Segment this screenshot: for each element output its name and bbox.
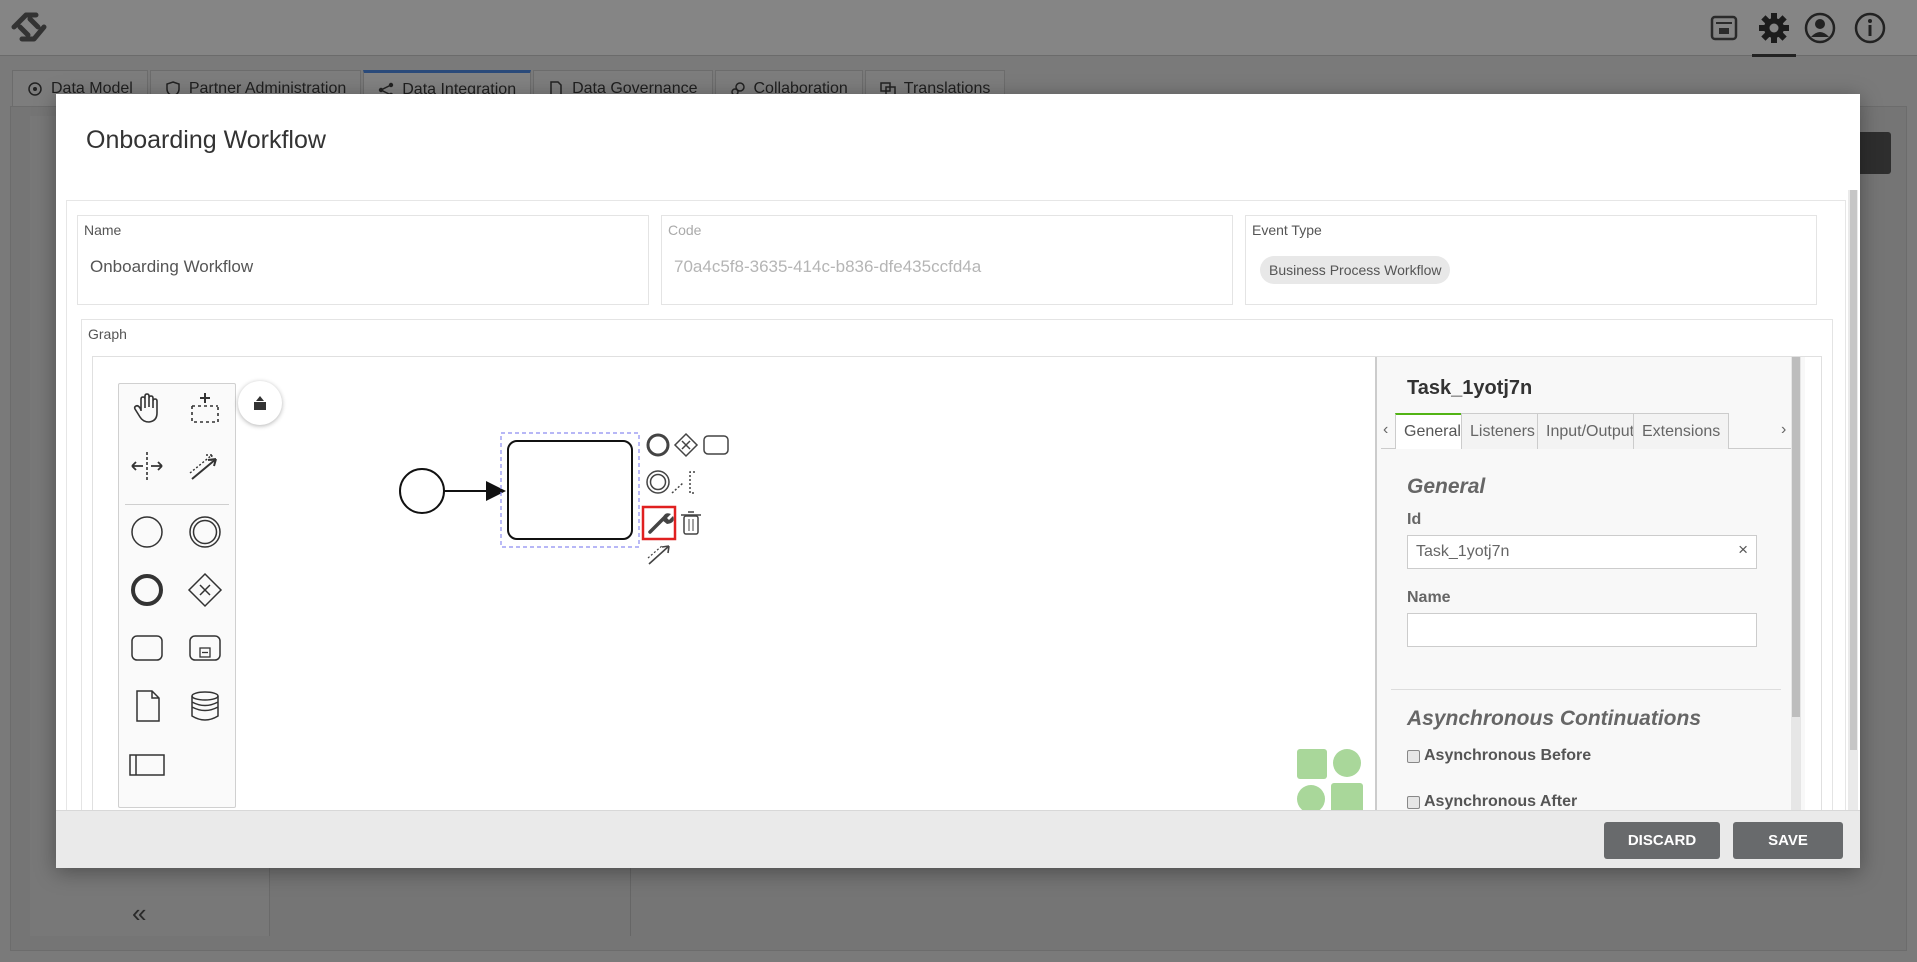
gear-icon[interactable]	[1754, 8, 1794, 48]
name-label: Name	[84, 222, 122, 238]
tab-listeners[interactable]: Listeners	[1461, 413, 1544, 449]
code-field: Code 70a4c5f8-3635-414c-b836-dfe435ccfd4…	[661, 215, 1233, 305]
tabs-prev-icon[interactable]: ‹	[1383, 421, 1388, 439]
code-label: Code	[668, 222, 702, 238]
async-group-title: Asynchronous Continuations	[1407, 707, 1701, 730]
dialog-content: Name Onboarding Workflow Code 70a4c5f8-3…	[66, 200, 1846, 810]
properties-panel: Task_1yotj7n ‹ General Listeners Input/O…	[1375, 357, 1805, 810]
event-type-chip[interactable]: Business Process Workflow	[1260, 256, 1451, 284]
dialog-scrollbar-thumb[interactable]	[1850, 190, 1857, 750]
connect-icon[interactable]	[647, 544, 670, 565]
append-intermediate-event-icon[interactable]	[646, 470, 670, 494]
dialog-footer: DISCARD SAVE	[56, 810, 1860, 868]
name-value[interactable]: Onboarding Workflow	[90, 257, 253, 277]
async-before-row[interactable]: Asynchronous Before	[1407, 747, 1591, 765]
async-before-label: Asynchronous Before	[1424, 747, 1592, 764]
name-field[interactable]: Name Onboarding Workflow	[77, 215, 649, 305]
append-task-icon[interactable]	[703, 435, 729, 455]
graph-field: Graph Task_1yotj7n ‹ General Listeners I…	[81, 319, 1833, 810]
append-gateway-icon[interactable]	[673, 432, 699, 458]
append-end-event-icon[interactable]	[646, 433, 670, 457]
id-input[interactable]: Task_1yotj7n ×	[1407, 535, 1757, 569]
dialog-title: Onboarding Workflow	[86, 126, 326, 154]
active-indicator	[1752, 54, 1796, 57]
add-button[interactable]	[1855, 132, 1891, 174]
app-header	[0, 0, 1917, 57]
id-label: Id	[1407, 511, 1422, 528]
name-textarea[interactable]	[1407, 613, 1757, 647]
info-icon[interactable]	[1850, 8, 1890, 48]
graph-label: Graph	[88, 326, 127, 342]
event-type-label: Event Type	[1252, 222, 1322, 238]
properties-tabs: ‹ General Listeners Input/Output Extensi…	[1381, 413, 1791, 449]
code-value: 70a4c5f8-3635-414c-b836-dfe435ccfd4a	[674, 257, 982, 276]
tabs-next-icon[interactable]: ›	[1781, 421, 1786, 439]
bpmn-io-logo[interactable]	[1297, 749, 1363, 810]
change-type-icon[interactable]	[648, 516, 666, 534]
bpmn-diagram	[399, 432, 729, 565]
clear-id-icon[interactable]: ×	[1738, 540, 1748, 560]
inbox-icon[interactable]	[1704, 8, 1744, 48]
async-after-checkbox[interactable]	[1407, 795, 1420, 809]
async-before-checkbox[interactable]	[1407, 749, 1420, 763]
properties-scrollbar-thumb[interactable]	[1792, 357, 1800, 717]
name-label: Name	[1407, 589, 1451, 606]
tab-input-output[interactable]: Input/Output	[1537, 413, 1644, 449]
tab-general[interactable]: General	[1395, 413, 1470, 449]
id-input-value: Task_1yotj7n	[1416, 543, 1510, 560]
group-divider	[1391, 689, 1781, 690]
save-button[interactable]: SAVE	[1733, 822, 1843, 859]
task-shape[interactable]	[507, 440, 633, 540]
data-model-icon	[28, 81, 42, 96]
async-after-label: Asynchronous After	[1424, 793, 1578, 810]
user-icon[interactable]	[1800, 8, 1840, 48]
element-id-title: Task_1yotj7n	[1407, 377, 1533, 399]
trash-icon[interactable]	[681, 511, 701, 535]
bpmn-canvas[interactable]: Task_1yotj7n ‹ General Listeners Input/O…	[92, 356, 1822, 810]
event-type-field[interactable]: Event Type Business Process Workflow	[1245, 215, 1817, 305]
general-group-title: General	[1407, 475, 1486, 498]
workflow-dialog: Onboarding Workflow Name Onboarding Work…	[56, 94, 1860, 868]
context-pad	[641, 432, 729, 565]
discard-button[interactable]: DISCARD	[1604, 822, 1720, 859]
start-event[interactable]	[399, 468, 445, 514]
list-panel	[286, 860, 631, 936]
app-logo[interactable]	[6, 8, 52, 46]
async-after-row[interactable]: Asynchronous After	[1407, 793, 1577, 810]
tab-extensions[interactable]: Extensions	[1633, 413, 1730, 449]
text-annotation-icon[interactable]	[671, 471, 695, 494]
collapse-sidebar-button[interactable]: «	[132, 898, 146, 929]
